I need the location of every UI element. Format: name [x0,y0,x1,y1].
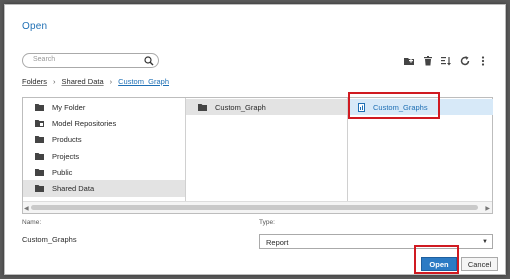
folder-item-model-repositories[interactable]: Model Repositories [23,115,185,131]
more-icon[interactable] [477,55,489,67]
delete-icon[interactable] [422,55,434,67]
breadcrumb-folders[interactable]: Folders [22,77,47,86]
type-select-value: Report [266,238,289,247]
folder-icon [35,152,44,160]
breadcrumb-separator: › [109,77,113,86]
dialog-title: Open [22,21,48,32]
folder-label: Shared Data [52,184,95,194]
folder-item-public[interactable]: Public [23,164,185,180]
folder-icon [35,136,44,144]
scroll-left-icon[interactable]: ◀ [24,205,29,212]
folder-item-products[interactable]: Products [23,132,185,148]
search-input[interactable]: Search [22,53,159,68]
folder-label: Model Repositories [52,118,117,128]
breadcrumb-shared-data[interactable]: Shared Data [62,77,104,86]
name-label: Name: [22,219,42,226]
search-icon[interactable] [144,56,154,66]
folder-item-my-folder[interactable]: My Folder [23,99,185,115]
type-label: Type: [259,219,275,226]
folder-column-2: Custom_Graph [186,98,348,202]
breadcrumb-current[interactable]: Custom_Graph [118,77,169,86]
folder-label: My Folder [52,102,86,112]
folder-item-shared-data[interactable]: Shared Data [23,180,185,197]
cancel-button[interactable]: Cancel [461,257,498,271]
chevron-down-icon: ▼ [482,239,488,245]
folder-label: Public [52,167,73,177]
folder-icon [198,103,207,111]
breadcrumb-separator: › [53,77,56,86]
new-folder-icon[interactable] [403,55,415,67]
folder-item-projects[interactable]: Projects [23,148,185,164]
folder-column-1: My Folder Model Repositories Products Pr… [23,98,186,202]
repository-icon [35,119,44,127]
folder-label: Projects [52,151,80,161]
folder-icon [35,168,44,176]
folder-label: Products [52,135,82,145]
folder-icon [35,103,44,111]
breadcrumb: Folders › Shared Data › Custom_Graph [22,77,169,86]
highlight-box-open-button [414,245,459,274]
scrollbar-thumb[interactable] [31,205,478,210]
scroll-right-icon[interactable]: ▶ [485,205,490,212]
sort-icon[interactable] [440,55,452,67]
folder-item-custom-graph[interactable]: Custom_Graph [186,99,347,116]
horizontal-scrollbar[interactable]: ◀ ▶ [23,201,492,213]
name-field[interactable]: Custom_Graphs [22,235,77,244]
highlight-box-file [348,92,440,119]
open-dialog: Open Search Folders › Shared Data › Cust… [4,4,506,275]
folder-label: Custom_Graph [215,102,266,112]
folder-icon [35,185,44,193]
search-placeholder: Search [33,56,56,63]
refresh-icon[interactable] [459,55,471,67]
